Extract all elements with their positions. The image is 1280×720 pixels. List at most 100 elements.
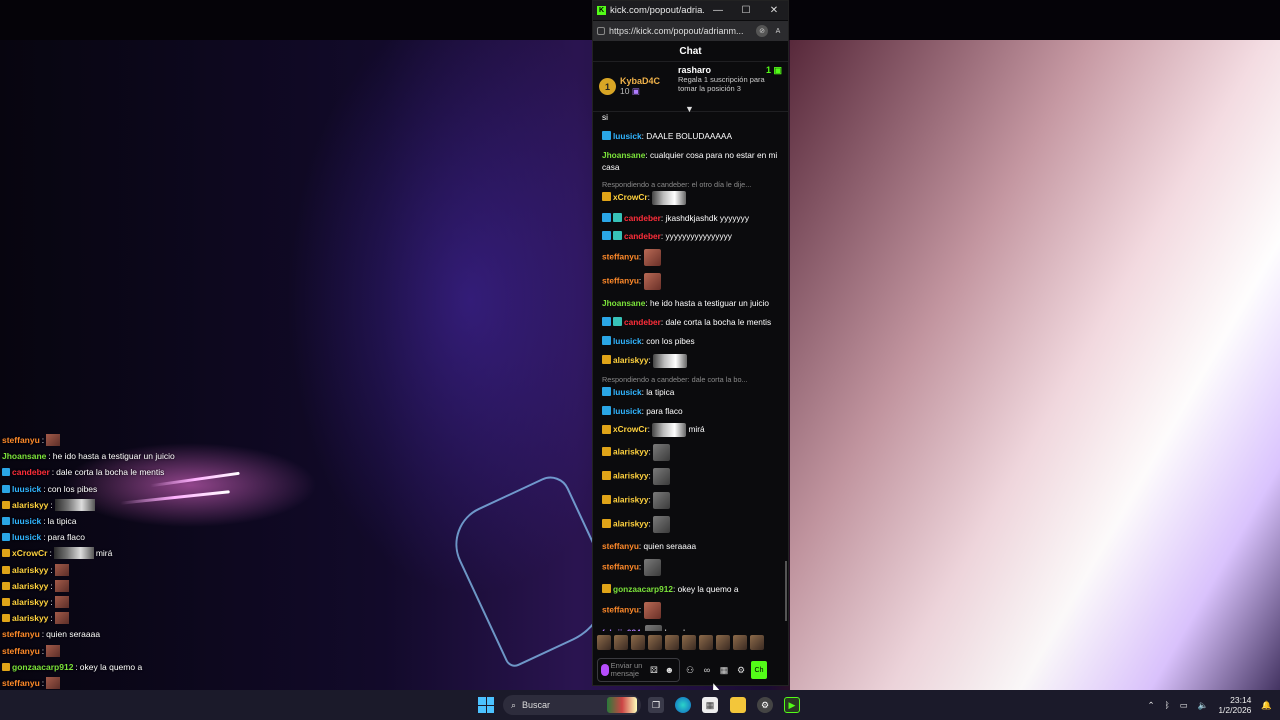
emote-button[interactable] xyxy=(682,635,696,650)
chat-message[interactable]: xCrowCr: xyxy=(602,190,782,205)
chat-username[interactable]: alariskyy xyxy=(613,519,649,529)
emote-button[interactable] xyxy=(648,635,662,650)
emote-button[interactable] xyxy=(614,635,628,650)
verified-badge-icon[interactable] xyxy=(602,317,611,327)
chat-emote[interactable] xyxy=(653,492,671,510)
subscriber-badge-icon[interactable] xyxy=(602,494,611,504)
verified-badge-icon[interactable] xyxy=(602,130,611,140)
subscriber-badge-icon[interactable] xyxy=(602,470,611,480)
chat-message-list[interactable]: si luusick: DAALE BOLUDAAAAA Jhoansane: cu… xyxy=(593,111,788,631)
kick-app-icon[interactable]: ▶ xyxy=(784,697,800,713)
chat-username[interactable]: luusick xyxy=(613,131,642,141)
emote-button[interactable] xyxy=(631,635,645,650)
chat-input[interactable]: Enviar un mensaje ⚄ ☻ xyxy=(597,658,680,682)
chat-emote[interactable] xyxy=(652,190,687,205)
chat-message[interactable]: luusick: con los pibes xyxy=(602,335,782,347)
emote-button[interactable] xyxy=(716,635,730,650)
chat-emote[interactable] xyxy=(652,423,687,438)
chat-username[interactable]: candeber xyxy=(624,317,661,327)
chat-username[interactable]: fabrii_034 xyxy=(602,628,641,631)
gear-icon[interactable]: ⚙ xyxy=(734,663,748,677)
chat-emote[interactable] xyxy=(653,468,671,486)
chat-emote[interactable] xyxy=(653,353,688,368)
url-text[interactable]: https://kick.com/popout/adrianm... xyxy=(609,26,752,36)
chat-message[interactable]: Jhoansane: he ido hasta a testiguar un j… xyxy=(602,297,782,309)
chat-username[interactable]: steffanyu xyxy=(602,541,639,551)
emote-button[interactable] xyxy=(665,635,679,650)
verified-badge-icon[interactable] xyxy=(602,231,611,241)
chat-username[interactable]: luusick xyxy=(613,406,642,416)
gifter-badge-icon[interactable] xyxy=(613,231,622,241)
emote-button[interactable] xyxy=(699,635,713,650)
leaderboard-rank2[interactable]: rasharo 1 ▣ Regala 1 suscripción para tom… xyxy=(678,66,782,107)
chevron-up-icon[interactable]: ⌃ xyxy=(1147,700,1154,711)
verified-badge-icon[interactable] xyxy=(602,212,611,222)
gifter-badge-icon[interactable] xyxy=(613,212,622,222)
chat-username[interactable]: luusick xyxy=(613,336,642,346)
chat-username[interactable]: alariskyy xyxy=(613,471,649,481)
chat-message[interactable]: candeber: dale corta la bocha le mentis xyxy=(602,316,782,328)
chat-username[interactable]: alariskyy xyxy=(613,495,649,505)
chat-username[interactable]: candeber xyxy=(624,213,661,223)
users-icon[interactable]: ⚇ xyxy=(683,663,697,677)
subscriber-badge-icon[interactable] xyxy=(602,354,611,364)
leaderboard-rank1[interactable]: 1 KybaD4C 10 ▣ xyxy=(599,66,674,107)
chat-username[interactable]: steffanyu xyxy=(602,252,639,262)
network-icon[interactable]: ▭ xyxy=(1180,700,1188,711)
chat-message[interactable]: alariskyy: xyxy=(602,492,782,510)
read-aloud-icon[interactable]: A xyxy=(772,25,784,37)
chat-message[interactable]: luusick: para flaco xyxy=(602,405,782,417)
subscriber-badge-icon[interactable] xyxy=(602,424,611,434)
chat-username[interactable]: Jhoansane xyxy=(602,298,645,308)
microphone-icon[interactable] xyxy=(601,664,609,676)
chat-username[interactable]: Jhoansane xyxy=(602,150,645,160)
chat-message[interactable]: steffanyu: xyxy=(602,249,782,267)
store-icon[interactable]: ▦ xyxy=(702,697,718,713)
chat-message[interactable]: alariskyy: xyxy=(602,444,782,462)
task-view-icon[interactable]: ❐ xyxy=(648,697,664,713)
window-titlebar[interactable]: K kick.com/popout/adria... — ☐ ✕ xyxy=(593,1,788,20)
chat-username[interactable]: steffanyu xyxy=(602,276,639,286)
chat-username[interactable]: alariskyy xyxy=(613,447,649,457)
edge-browser-icon[interactable] xyxy=(675,697,691,713)
chat-username[interactable]: steffanyu xyxy=(602,604,639,614)
chat-emote[interactable] xyxy=(643,249,661,267)
minimize-button[interactable]: — xyxy=(704,1,732,20)
chat-message[interactable]: gonzaacarp912: okey la quemo a xyxy=(602,583,782,595)
chat-username[interactable]: luusick xyxy=(613,387,642,397)
verified-badge-icon[interactable] xyxy=(602,386,611,396)
volume-icon[interactable]: 🔈 xyxy=(1198,700,1209,711)
chat-message[interactable]: alariskyy: xyxy=(602,468,782,486)
chat-message[interactable]: candeber: yyyyyyyyyyyyyyyy xyxy=(602,230,782,242)
infinity-icon[interactable]: ∞ xyxy=(700,663,714,677)
emote-button[interactable] xyxy=(733,635,747,650)
chat-message[interactable]: steffanyu: xyxy=(602,601,782,619)
chat-message[interactable]: candeber: jkashdkjashdk yyyyyyy xyxy=(602,212,782,224)
gift-icon[interactable]: ▦ xyxy=(717,663,731,677)
address-bar[interactable]: https://kick.com/popout/adrianm... ⊘ A xyxy=(593,21,788,41)
subscriber-badge-icon[interactable] xyxy=(602,583,611,593)
emote-button[interactable] xyxy=(597,635,611,650)
chat-message[interactable]: si xyxy=(602,111,782,123)
subscriber-badge-icon[interactable] xyxy=(602,518,611,528)
subscriber-badge-icon[interactable] xyxy=(602,191,611,201)
chat-message[interactable]: luusick: la tipica xyxy=(602,386,782,398)
bluetooth-icon[interactable]: ᛒ xyxy=(1165,700,1170,710)
lock-icon[interactable] xyxy=(597,27,605,35)
chat-emote[interactable] xyxy=(645,625,663,631)
chat-username[interactable]: alariskyy xyxy=(613,355,649,365)
reply-context[interactable]: Respondiendo a candeber: el otro día le … xyxy=(602,180,782,189)
tracking-prevention-icon[interactable]: ⊘ xyxy=(756,25,768,37)
file-explorer-icon[interactable] xyxy=(730,697,746,713)
verified-badge-icon[interactable] xyxy=(602,335,611,345)
send-button[interactable]: Ch xyxy=(751,661,767,679)
browser-popout-window[interactable]: K kick.com/popout/adria... — ☐ ✕ https:/… xyxy=(592,0,789,686)
notification-icon[interactable]: 🔔 xyxy=(1261,700,1272,711)
chat-message[interactable]: steffanyu: xyxy=(602,273,782,291)
chat-message[interactable]: alariskyy: xyxy=(602,516,782,534)
widget-icon[interactable] xyxy=(607,697,637,713)
app-icon[interactable]: ⚙ xyxy=(757,697,773,713)
chat-message[interactable]: steffanyu: quien seraaaa xyxy=(602,540,782,552)
chat-username[interactable]: xCrowCr xyxy=(613,425,648,435)
chat-emote[interactable] xyxy=(643,558,661,576)
